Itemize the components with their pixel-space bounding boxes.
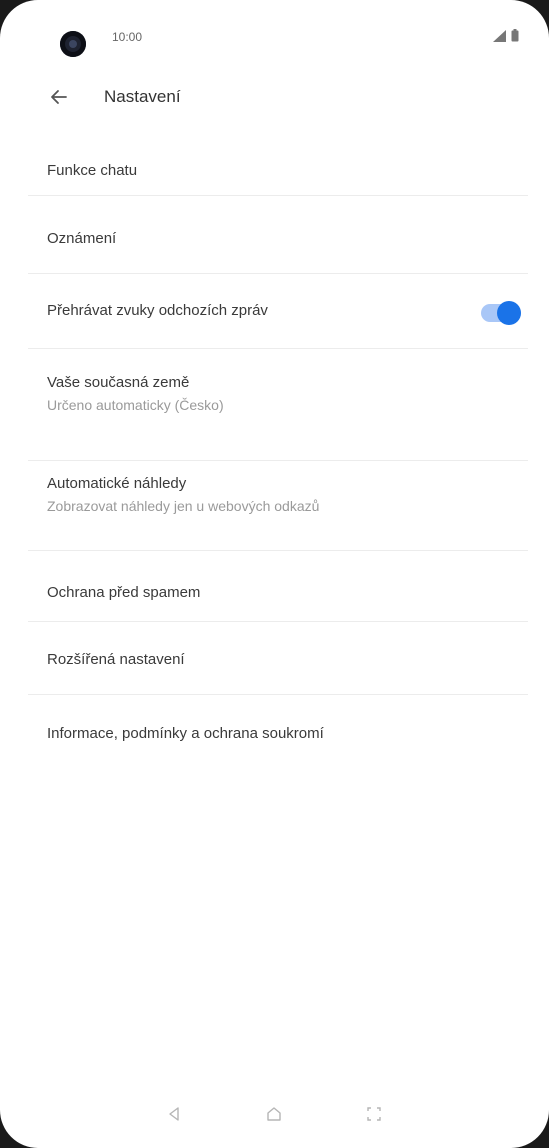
back-button[interactable] — [44, 82, 74, 112]
setting-title: Informace, podmínky a ochrana soukromí — [47, 725, 324, 742]
setting-title: Rozšířená nastavení — [47, 651, 185, 668]
setting-title: Ochrana před spamem — [47, 584, 201, 601]
page-title: Nastavení — [104, 87, 181, 106]
divider — [28, 694, 528, 695]
recents-icon — [367, 1107, 381, 1121]
camera-cutout — [60, 31, 86, 57]
divider — [28, 550, 528, 551]
divider — [28, 195, 528, 196]
system-icons — [493, 29, 519, 42]
phone-screen: 10:00 Nastavení Funkce chatu Oznámení Př… — [0, 0, 549, 1148]
setting-notifications[interactable]: Oznámení — [0, 230, 549, 247]
battery-icon — [511, 29, 519, 42]
setting-title: Automatické náhledy — [47, 475, 187, 492]
nav-recents-button[interactable] — [362, 1102, 386, 1126]
divider — [28, 460, 528, 461]
divider — [28, 348, 528, 349]
nav-back-button[interactable] — [162, 1102, 186, 1126]
triangle-back-icon — [169, 1107, 179, 1121]
setting-title: Vaše současná země — [47, 374, 190, 391]
arrow-left-icon — [51, 90, 67, 104]
setting-outgoing-sounds[interactable]: Přehrávat zvuky odchozích zpráv — [0, 302, 549, 319]
signal-icon — [493, 29, 506, 42]
divider — [28, 273, 528, 274]
toggle-knob — [497, 301, 521, 325]
setting-subtitle: Zobrazovat náhledy jen u webových odkazů — [47, 498, 320, 514]
setting-auto-previews[interactable]: Automatické náhledy Zobrazovat náhledy j… — [0, 475, 549, 514]
setting-about[interactable]: Informace, podmínky a ochrana soukromí — [0, 725, 549, 742]
status-bar: 10:00 — [0, 0, 549, 80]
setting-spam-protection[interactable]: Ochrana před spamem — [0, 584, 549, 601]
outgoing-sounds-toggle[interactable] — [481, 301, 521, 325]
home-icon — [267, 1107, 281, 1121]
navigation-bar — [0, 1086, 549, 1148]
setting-subtitle: Určeno automaticky (Česko) — [47, 397, 224, 413]
setting-advanced[interactable]: Rozšířená nastavení — [0, 651, 549, 668]
nav-home-button[interactable] — [262, 1102, 286, 1126]
app-bar: Nastavení — [0, 72, 549, 122]
setting-chat-features[interactable]: Funkce chatu — [0, 162, 549, 179]
setting-title: Funkce chatu — [47, 162, 138, 179]
setting-title: Oznámení — [47, 230, 117, 247]
divider — [28, 621, 528, 622]
setting-country[interactable]: Vaše současná země Určeno automaticky (Č… — [0, 374, 549, 413]
setting-title: Přehrávat zvuky odchozích zpráv — [47, 302, 268, 319]
status-time: 10:00 — [112, 30, 143, 44]
